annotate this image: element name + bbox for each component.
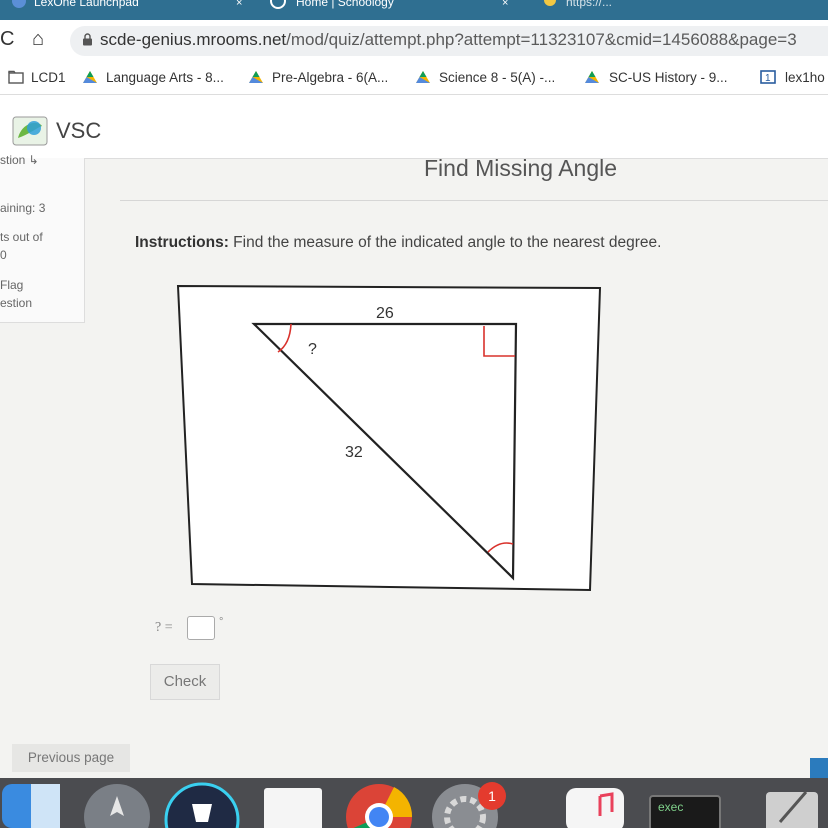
tab-lexone[interactable]: LexOne Launchpad × xyxy=(8,0,248,20)
url-host: scde-genius.mrooms.net xyxy=(100,30,287,49)
tab-https[interactable]: https://... xyxy=(540,0,740,20)
answer-prompt: ? = xyxy=(155,620,173,635)
question-title: Find Missing Angle xyxy=(424,155,618,181)
marks-remaining: aining: 3 xyxy=(0,201,46,215)
points-total: 0 xyxy=(0,248,7,262)
url-text[interactable]: scde-genius.mrooms.net/mod/quiz/attempt.… xyxy=(100,30,797,50)
vsc-logo-icon[interactable] xyxy=(12,116,48,146)
document-icon[interactable] xyxy=(258,782,328,828)
folder-icon xyxy=(8,70,24,84)
tab-schoology[interactable]: Home | Schoology × xyxy=(262,0,522,20)
music-icon[interactable] xyxy=(560,782,630,828)
schoology-tab-icon xyxy=(270,0,286,9)
triangle-diagram: 26 ? 32 xyxy=(176,284,602,592)
bookmark-us-history[interactable]: SC-US History - 9... xyxy=(609,70,728,85)
close-icon[interactable]: × xyxy=(502,0,508,10)
site-header xyxy=(0,95,828,159)
launchpad-icon[interactable] xyxy=(82,782,152,828)
drive-icon xyxy=(416,71,430,83)
lexone-tab-icon xyxy=(12,0,26,8)
divider xyxy=(120,200,828,201)
site-logo-text: VSC xyxy=(56,118,102,143)
hypotenuse-label: 32 xyxy=(345,444,363,461)
pen-icon[interactable] xyxy=(760,782,828,828)
drive-icon xyxy=(249,71,263,83)
check-button[interactable]: Check xyxy=(150,664,220,700)
bookmark-language-arts[interactable]: Language Arts - 8... xyxy=(106,70,224,85)
previous-page-button[interactable]: Previous page xyxy=(12,744,130,772)
reload-icon[interactable]: C xyxy=(0,28,14,51)
lock-icon xyxy=(83,33,92,46)
svg-text:1: 1 xyxy=(765,73,771,84)
app-acorn-icon[interactable] xyxy=(164,782,240,828)
tab-https-label: https://... xyxy=(566,0,613,9)
drive-icon xyxy=(585,71,599,83)
bookmark-pre-algebra[interactable]: Pre-Algebra - 6(A... xyxy=(272,70,388,85)
degree-symbol: ° xyxy=(219,616,224,628)
bookmark-lex1ho[interactable]: lex1ho xyxy=(785,70,825,85)
drive-icon xyxy=(83,71,97,83)
bookmark-lcd1[interactable]: LCD1 xyxy=(31,70,66,85)
terminal-exec-label: exec xyxy=(658,800,684,814)
instructions-label: Instructions: xyxy=(135,234,229,251)
url-path: /mod/quiz/attempt.php?attempt=11323107&c… xyxy=(286,30,797,49)
tab-lexone-label: LexOne Launchpad xyxy=(34,0,139,9)
chrome-icon[interactable] xyxy=(344,782,414,828)
bookmark-science[interactable]: Science 8 - 5(A) -... xyxy=(439,70,555,85)
points-out-of: ts out of xyxy=(0,230,43,244)
close-icon[interactable]: × xyxy=(236,0,242,10)
flag-question-label-cont[interactable]: estion xyxy=(0,296,32,310)
finder-icon[interactable] xyxy=(0,782,62,828)
lexia-icon: 1 xyxy=(760,70,776,84)
question-number: stion ↳ xyxy=(0,153,39,167)
unknown-angle-label: ? xyxy=(308,341,317,358)
bulb-tab-icon xyxy=(544,0,556,6)
tab-schoology-label: Home | Schoology xyxy=(296,0,394,9)
notification-badge: 1 xyxy=(478,782,506,810)
instructions-text: Find the measure of the indicated angle … xyxy=(228,234,662,251)
flag-question-label[interactable]: Flag xyxy=(0,278,23,292)
next-page-button[interactable] xyxy=(810,758,828,780)
home-icon[interactable]: ⌂ xyxy=(32,28,44,51)
instructions: Instructions: Find the measure of the in… xyxy=(135,234,661,252)
diagram-frame xyxy=(176,284,602,592)
answer-input[interactable] xyxy=(187,616,215,640)
side-top-label: 26 xyxy=(376,305,394,322)
